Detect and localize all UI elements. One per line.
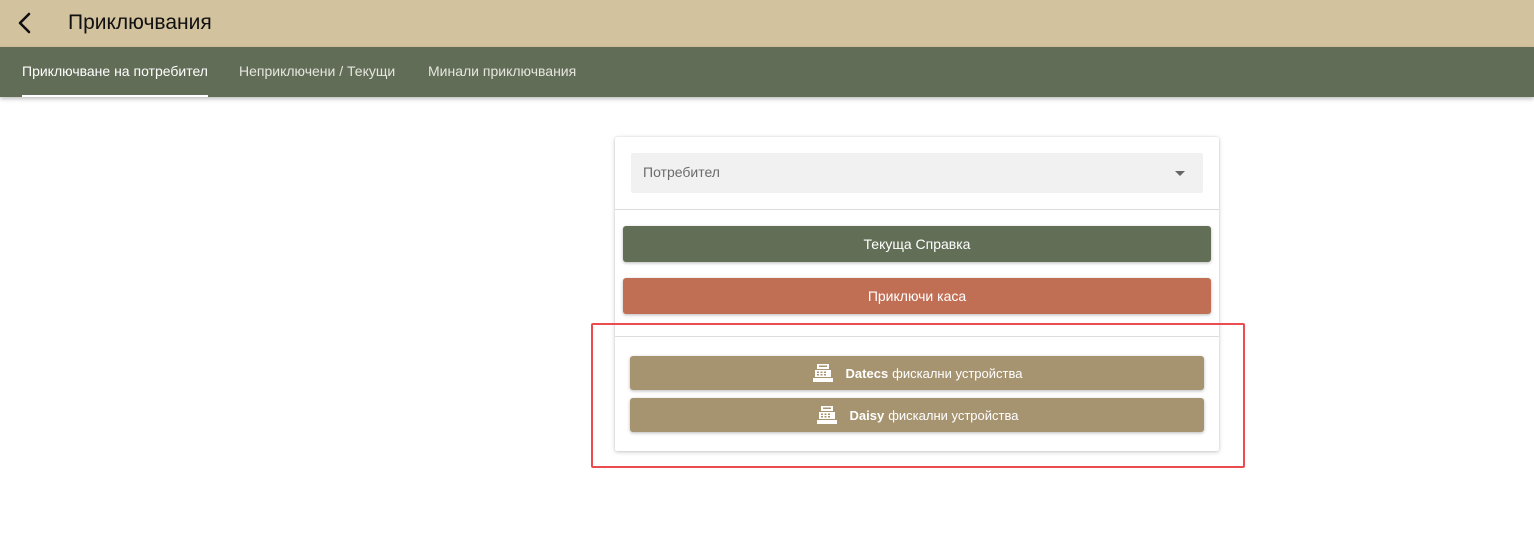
back-button[interactable] bbox=[10, 8, 40, 38]
tab-user-closing[interactable]: Приключване на потребител bbox=[22, 47, 208, 97]
dropdown-arrow-icon bbox=[1175, 171, 1185, 176]
page-title: Приключвания bbox=[68, 11, 212, 34]
user-select[interactable]: Потребител bbox=[631, 153, 1203, 193]
closing-card: Потребител Текуща Справка Приключи каса … bbox=[615, 137, 1219, 451]
current-report-button[interactable]: Текуща Справка bbox=[623, 226, 1211, 262]
chevron-left-icon bbox=[18, 12, 31, 34]
user-select-placeholder: Потребител bbox=[643, 164, 720, 180]
fiscal-devices-label: фискални устройства bbox=[892, 365, 1023, 381]
fiscal-brand-daisy: Daisy bbox=[849, 407, 885, 423]
divider bbox=[615, 336, 1219, 337]
cash-register-icon bbox=[816, 405, 838, 425]
daisy-fiscal-devices-button[interactable]: Daisy фискални устройства bbox=[630, 398, 1204, 432]
tab-past-closings[interactable]: Минали приключвания bbox=[428, 47, 576, 97]
app-header: Приключвания bbox=[0, 0, 1534, 47]
tab-bar: Приключване на потребител Неприключени /… bbox=[0, 47, 1534, 97]
close-register-button[interactable]: Приключи каса bbox=[623, 278, 1211, 314]
datecs-fiscal-devices-button[interactable]: Datecs фискални устройства bbox=[630, 356, 1204, 390]
tab-open-current[interactable]: Неприключени / Текущи bbox=[239, 47, 395, 97]
fiscal-devices-label: фискални устройства bbox=[888, 407, 1019, 423]
fiscal-brand-datecs: Datecs bbox=[845, 365, 889, 381]
divider bbox=[615, 209, 1219, 210]
cash-register-icon bbox=[812, 363, 834, 383]
